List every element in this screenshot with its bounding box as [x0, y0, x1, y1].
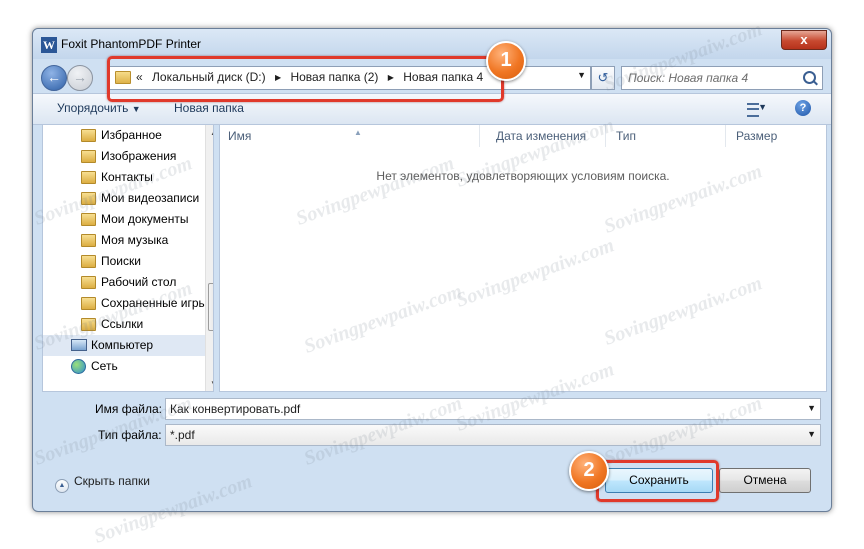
folder-icon	[81, 234, 96, 247]
folder-icon	[81, 192, 96, 205]
chevron-down-icon: ▼	[131, 104, 141, 114]
sidebar-item-contacts[interactable]: Контакты	[43, 167, 205, 188]
filetype-value: *.pdf	[170, 428, 195, 442]
sidebar-item-label: Мои видеозаписи	[101, 191, 200, 205]
sidebar-item-links[interactable]: Ссылки	[43, 314, 205, 335]
search-placeholder: Поиск: Новая папка 4	[628, 71, 749, 85]
chevron-down-icon[interactable]: ▼	[807, 403, 816, 413]
refresh-icon: ↺	[597, 70, 609, 85]
new-folder-button[interactable]: Новая папка	[174, 101, 244, 115]
sidebar-item-label: Избранное	[101, 128, 162, 142]
sidebar-scrollbar[interactable]: ▲ ▼	[205, 125, 213, 391]
sidebar-item-label: Контакты	[101, 170, 153, 184]
app-icon: W	[41, 37, 57, 53]
sidebar-item-desktop[interactable]: Рабочий стол	[43, 272, 205, 293]
folder-icon	[81, 213, 96, 226]
hide-folders-button[interactable]: ▲ Скрыть папки	[55, 474, 150, 493]
sidebar-item-label: Сеть	[91, 359, 118, 373]
filename-value: Как конвертировать.pdf	[170, 402, 301, 416]
folder-icon	[81, 171, 96, 184]
sort-ascending-icon: ▲	[354, 128, 362, 137]
sidebar-item-music[interactable]: Моя музыка	[43, 230, 205, 251]
address-dropdown-icon[interactable]: ▼	[577, 70, 586, 80]
chevron-down-icon[interactable]: ▼	[807, 429, 816, 439]
refresh-button[interactable]: ↺	[591, 66, 615, 90]
sidebar-item-label: Моя музыка	[101, 233, 169, 247]
file-list[interactable]: Имя ▲ Дата изменения Тип Размер Нет элеме…	[219, 124, 827, 392]
column-header-date[interactable]: Дата изменения	[488, 125, 606, 147]
filename-label: Имя файла:	[95, 402, 162, 416]
column-header-size[interactable]: Размер	[728, 125, 824, 147]
search-input[interactable]: Поиск: Новая папка 4	[621, 66, 823, 90]
sidebar-item-label: Мои документы	[101, 212, 189, 226]
sidebar-item-documents[interactable]: Мои документы	[43, 209, 205, 230]
folder-icon	[81, 129, 96, 142]
scroll-down-icon[interactable]: ▼	[210, 379, 213, 388]
organize-label: Упорядочить	[57, 101, 129, 115]
sidebar-item-searches[interactable]: Поиски	[43, 251, 205, 272]
sidebar-item-label: Рабочий стол	[101, 275, 177, 289]
sidebar-item-images[interactable]: Изображения	[43, 146, 205, 167]
filename-field[interactable]: Как конвертировать.pdf ▼	[165, 398, 821, 420]
folder-icon	[81, 297, 96, 310]
title-bar[interactable]: W Foxit PhantomPDF Printer x	[33, 29, 831, 59]
folder-icon	[81, 276, 96, 289]
save-highlight-annotation	[596, 460, 719, 502]
column-header-label: Имя	[228, 129, 252, 143]
filetype-select[interactable]: *.pdf ▼	[165, 424, 821, 446]
sidebar-item-label: Изображения	[101, 149, 177, 163]
sidebar-item-network[interactable]: Сеть	[43, 356, 205, 377]
scroll-up-icon[interactable]: ▲	[210, 128, 213, 137]
navigation-pane: Избранное Изображения Контакты Мои видео…	[42, 124, 214, 392]
close-button[interactable]: x	[781, 30, 827, 50]
sidebar-item-label: Ссылки	[101, 317, 144, 331]
collapse-arrow-icon: ▲	[55, 479, 69, 493]
cancel-button[interactable]: Отмена	[719, 468, 811, 493]
sidebar-item-label: Компьютер	[91, 338, 154, 352]
forward-arrow-icon: →	[73, 69, 87, 85]
scrollbar-thumb[interactable]	[208, 283, 213, 331]
filetype-label: Тип файла:	[98, 428, 162, 442]
hide-folders-label: Скрыть папки	[74, 474, 150, 488]
network-icon	[71, 359, 86, 374]
window-title: Foxit PhantomPDF Printer	[61, 37, 202, 51]
back-button[interactable]: ←	[41, 65, 67, 91]
back-arrow-icon: ←	[47, 69, 61, 85]
sidebar-item-saved-games[interactable]: Сохраненные игры	[43, 293, 205, 314]
sidebar-item-label: Поиски	[101, 254, 141, 268]
step-badge-2: 2	[569, 451, 609, 491]
column-header-name[interactable]: Имя ▲	[220, 125, 480, 147]
column-header-type[interactable]: Тип	[608, 125, 726, 147]
sidebar-item-favorites[interactable]: Избранное	[43, 125, 205, 146]
sidebar-item-label: Сохраненные игры	[101, 296, 205, 310]
empty-folder-message: Нет элементов, удовлетворяющих условиям …	[376, 169, 670, 183]
folder-icon	[81, 150, 96, 163]
forward-button[interactable]: →	[67, 65, 93, 91]
folder-icon	[81, 318, 96, 331]
sidebar-item-videos[interactable]: Мои видеозаписи	[43, 188, 205, 209]
search-icon	[803, 71, 816, 84]
sidebar-item-computer[interactable]: Компьютер	[43, 335, 205, 356]
help-icon[interactable]: ?	[795, 100, 811, 116]
step-badge-1: 1	[486, 41, 526, 81]
computer-icon	[71, 339, 87, 351]
organize-button[interactable]: Упорядочить ▼	[57, 101, 141, 115]
folder-icon	[81, 255, 96, 268]
view-dropdown-icon[interactable]: ▼	[758, 102, 767, 112]
address-highlight-annotation	[107, 56, 504, 102]
